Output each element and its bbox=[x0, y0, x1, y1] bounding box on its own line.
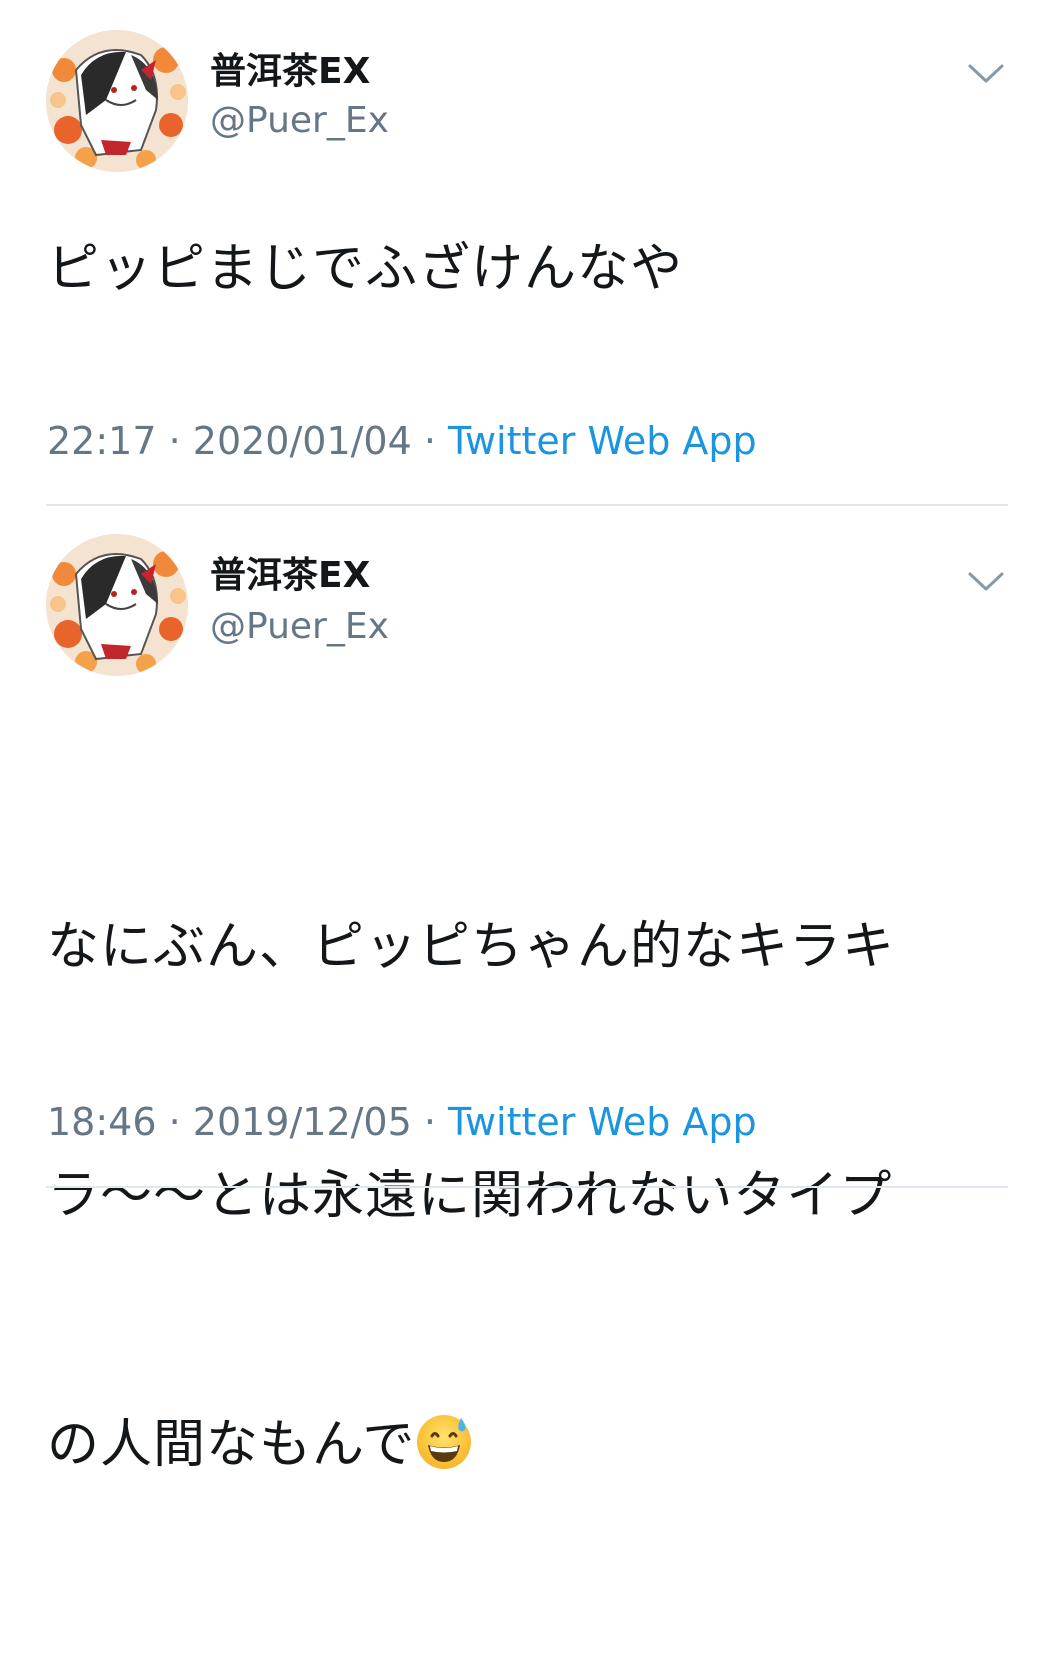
divider bbox=[46, 1186, 1008, 1188]
tweet[interactable]: 普洱茶EX @Puer_Ex ピッピまじでふざけんなや 22:17 · 2020… bbox=[0, 0, 1042, 505]
tweet-text-line: なにぶん、ピッピちゃん的なキラキ bbox=[47, 917, 896, 977]
grinning-face-with-sweat-emoji bbox=[415, 1412, 473, 1470]
meta-separator: · bbox=[156, 419, 193, 463]
tweet-time: 18:46 bbox=[47, 1100, 157, 1144]
display-name[interactable]: 普洱茶EX bbox=[210, 50, 370, 94]
tweet-date: 2020/01/04 bbox=[192, 419, 412, 463]
tweet-time: 22:17 bbox=[47, 419, 157, 463]
chevron-down-icon[interactable] bbox=[967, 570, 1005, 594]
user-handle[interactable]: @Puer_Ex bbox=[210, 99, 389, 143]
tweet-text-segment: の人間なもんで bbox=[47, 1415, 416, 1475]
display-name[interactable]: 普洱茶EX bbox=[210, 554, 370, 598]
tweet-meta: 18:46 · 2019/12/05 · Twitter Web App bbox=[47, 1098, 757, 1146]
avatar[interactable] bbox=[46, 534, 188, 676]
meta-separator: · bbox=[156, 1100, 193, 1144]
tweet-text: ピッピまじでふざけんなや bbox=[47, 239, 684, 299]
divider bbox=[46, 504, 1008, 506]
user-handle[interactable]: @Puer_Ex bbox=[210, 605, 389, 649]
tweet-date: 2019/12/05 bbox=[192, 1100, 412, 1144]
tweet-source-link[interactable]: Twitter Web App bbox=[448, 419, 757, 463]
tweet-text-line: の人間なもんで bbox=[47, 1404, 997, 1487]
tweet-source-link[interactable]: Twitter Web App bbox=[448, 1100, 757, 1144]
tweet-text: なにぶん、ピッピちゃん的なキラキ ラ〜〜とは永遠に関われないタイプ の人間なもん… bbox=[47, 740, 997, 1653]
meta-separator: · bbox=[411, 1100, 449, 1144]
chevron-down-icon[interactable] bbox=[967, 62, 1005, 86]
tweet[interactable]: 普洱茶EX @Puer_Ex なにぶん、ピッピちゃん的なキラキ ラ〜〜とは永遠に… bbox=[0, 507, 1042, 1475]
tweet-meta: 22:17 · 2020/01/04 · Twitter Web App bbox=[47, 417, 757, 465]
meta-separator: · bbox=[411, 419, 449, 463]
avatar[interactable] bbox=[46, 30, 188, 172]
tweet-text-line: ラ〜〜とは永遠に関われないタイプ bbox=[47, 1166, 893, 1226]
